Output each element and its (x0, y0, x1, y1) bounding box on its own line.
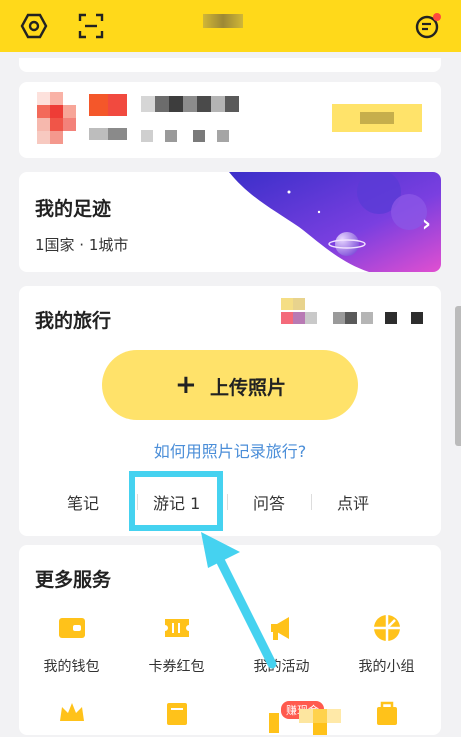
group-icon (373, 615, 400, 641)
howto-link[interactable]: 如何用照片记录旅行? (19, 438, 441, 462)
profile-action-button[interactable] (332, 104, 422, 132)
bag-icon[interactable] (372, 697, 402, 727)
wallet-icon (58, 618, 85, 638)
travel-tabs: 笔记 游记 1 问答 点评 (19, 484, 441, 520)
travelogue-highlight-box (129, 471, 223, 531)
upload-photo-label: 上传照片 (210, 377, 287, 399)
ticket-icon (164, 619, 189, 637)
travel-title: 我的旅行 (35, 310, 112, 332)
settings-icon[interactable] (20, 12, 48, 40)
service-obscured (269, 709, 341, 735)
crown-icon[interactable] (57, 697, 87, 727)
page-title-obscured (203, 14, 243, 28)
scroll-edge[interactable] (455, 306, 461, 446)
level-badge (89, 94, 127, 144)
service-coupons[interactable]: 卡券红包 (124, 613, 229, 676)
tab-divider (227, 494, 228, 510)
service-wallet[interactable]: 我的钱包 (19, 613, 124, 676)
avatar[interactable] (37, 92, 77, 146)
service-label: 我的活动 (253, 659, 310, 675)
my-travel-card: 我的旅行 + 上传照片 如何用照片记录旅行? 笔记 游记 1 问答 点评 (19, 286, 441, 536)
planet-illustration (229, 172, 441, 272)
service-activities[interactable]: 我的活动 (229, 613, 334, 676)
profile-card[interactable] (19, 82, 441, 158)
service-label: 我的小组 (358, 659, 415, 675)
service-label: 我的钱包 (43, 659, 100, 675)
top-bar (0, 0, 461, 52)
megaphone-icon (270, 617, 289, 640)
more-services-title: 更多服务 (35, 569, 112, 591)
service-groups[interactable]: 我的小组 (334, 613, 439, 676)
service-label: 卡券红包 (148, 659, 205, 675)
travel-stats-obscured (281, 298, 423, 324)
footprint-summary: 1国家 · 1城市 (35, 236, 129, 254)
tab-reviews[interactable]: 点评 (337, 490, 369, 514)
username (141, 92, 245, 146)
footprint-card[interactable]: 我的足迹 1国家 · 1城市 › (19, 172, 441, 272)
tab-divider (311, 494, 312, 510)
top-card-edge (19, 58, 441, 72)
chevron-right-icon[interactable]: › (422, 212, 431, 237)
plus-icon: + (175, 370, 197, 400)
document-icon[interactable] (162, 697, 192, 727)
footprint-title: 我的足迹 (35, 198, 112, 220)
message-icon[interactable] (414, 12, 442, 40)
upload-photo-button[interactable]: + 上传照片 (102, 350, 358, 420)
tab-notes[interactable]: 笔记 (67, 490, 99, 514)
more-services-card: 更多服务 我的钱包 卡券红包 我的活动 我的小组 (19, 545, 441, 735)
tab-qa[interactable]: 问答 (253, 490, 285, 514)
scan-icon[interactable] (77, 12, 105, 40)
